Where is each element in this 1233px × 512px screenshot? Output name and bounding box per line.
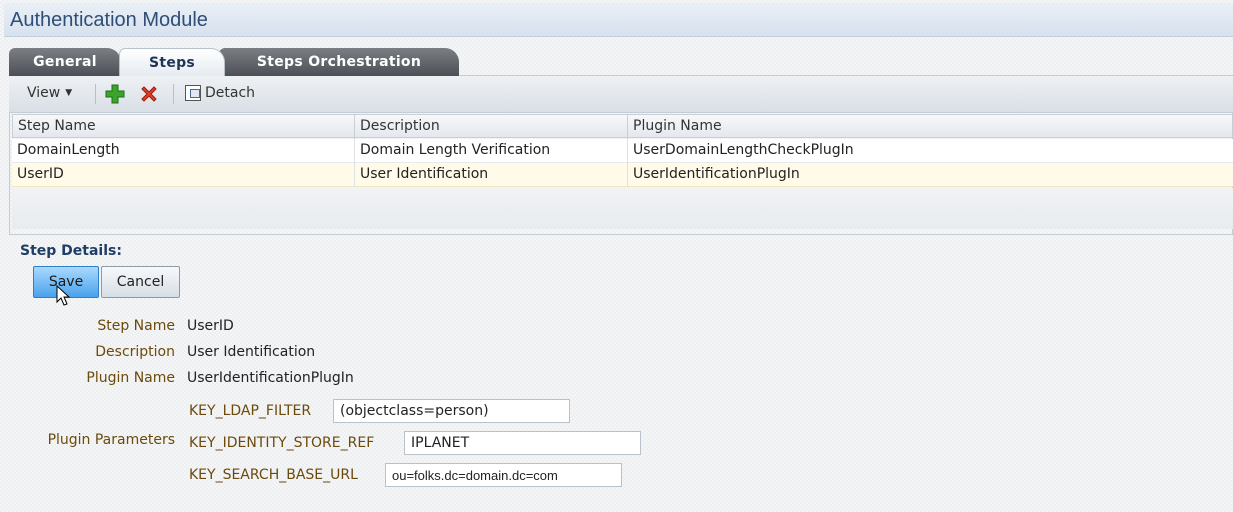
table-row-selected[interactable]: UserID User Identification UserIdentific…	[12, 163, 1233, 187]
column-header-description[interactable]: Description	[355, 115, 628, 139]
table-cell: UserID	[17, 166, 64, 182]
detach-label: Detach	[205, 85, 256, 101]
tab-general[interactable]: General	[9, 48, 121, 76]
plugin-name-value: UserIdentificationPlugIn	[187, 370, 354, 386]
detach-icon	[185, 85, 201, 101]
param-search-base-url-label: KEY_SEARCH_BASE_URL	[189, 467, 358, 483]
toolbar-divider	[173, 84, 174, 104]
step-details-title: Step Details:	[20, 243, 122, 259]
cancel-button[interactable]: Cancel	[101, 266, 180, 298]
plugin-name-label: Plugin Name	[86, 370, 175, 386]
add-icon	[105, 84, 125, 104]
column-header-step-name[interactable]: Step Name	[13, 115, 355, 139]
param-ldap-filter-label: KEY_LDAP_FILTER	[189, 403, 312, 419]
table-header: Step Name Description Plugin Name	[12, 114, 1233, 139]
description-label: Description	[95, 344, 175, 360]
table-cell: DomainLength	[17, 142, 120, 158]
identity-store-ref-input[interactable]	[404, 431, 641, 455]
tab-steps-orchestration[interactable]: Steps Orchestration	[219, 48, 459, 76]
tab-steps[interactable]: Steps	[119, 48, 225, 76]
table-row[interactable]: DomainLength Domain Length Verification …	[12, 139, 1233, 163]
add-step-button[interactable]	[105, 84, 125, 104]
delete-icon	[141, 86, 157, 102]
step-name-value: UserID	[187, 318, 234, 334]
table-empty-area	[12, 188, 1233, 229]
view-menu-label: View	[27, 85, 61, 101]
mouse-cursor-icon	[56, 285, 70, 306]
detach-button[interactable]: Detach	[185, 85, 255, 101]
table-cell: UserIdentificationPlugIn	[627, 163, 1233, 187]
search-base-url-input[interactable]	[385, 463, 622, 487]
tab-bar: General Steps Orchestration Steps	[9, 48, 1233, 76]
delete-step-button[interactable]	[139, 84, 159, 104]
param-identity-store-ref-label: KEY_IDENTITY_STORE_REF	[189, 435, 375, 451]
toolbar-divider	[95, 84, 96, 104]
toolbar: View ▼ Detach	[9, 76, 1233, 113]
view-menu[interactable]: View ▼	[27, 85, 72, 101]
title-bar: Authentication Module	[4, 3, 1233, 37]
table-cell: User Identification	[354, 163, 627, 187]
description-value: User Identification	[187, 344, 316, 360]
table-cell: UserDomainLengthCheckPlugIn	[627, 139, 1233, 163]
column-header-plugin-name[interactable]: Plugin Name	[628, 115, 1233, 139]
chevron-down-icon: ▼	[65, 88, 73, 98]
table-cell: Domain Length Verification	[354, 139, 627, 163]
plugin-parameters-label: Plugin Parameters	[47, 432, 175, 448]
page-title: Authentication Module	[10, 9, 208, 31]
step-name-label: Step Name	[97, 318, 175, 334]
ldap-filter-input[interactable]	[333, 399, 570, 423]
